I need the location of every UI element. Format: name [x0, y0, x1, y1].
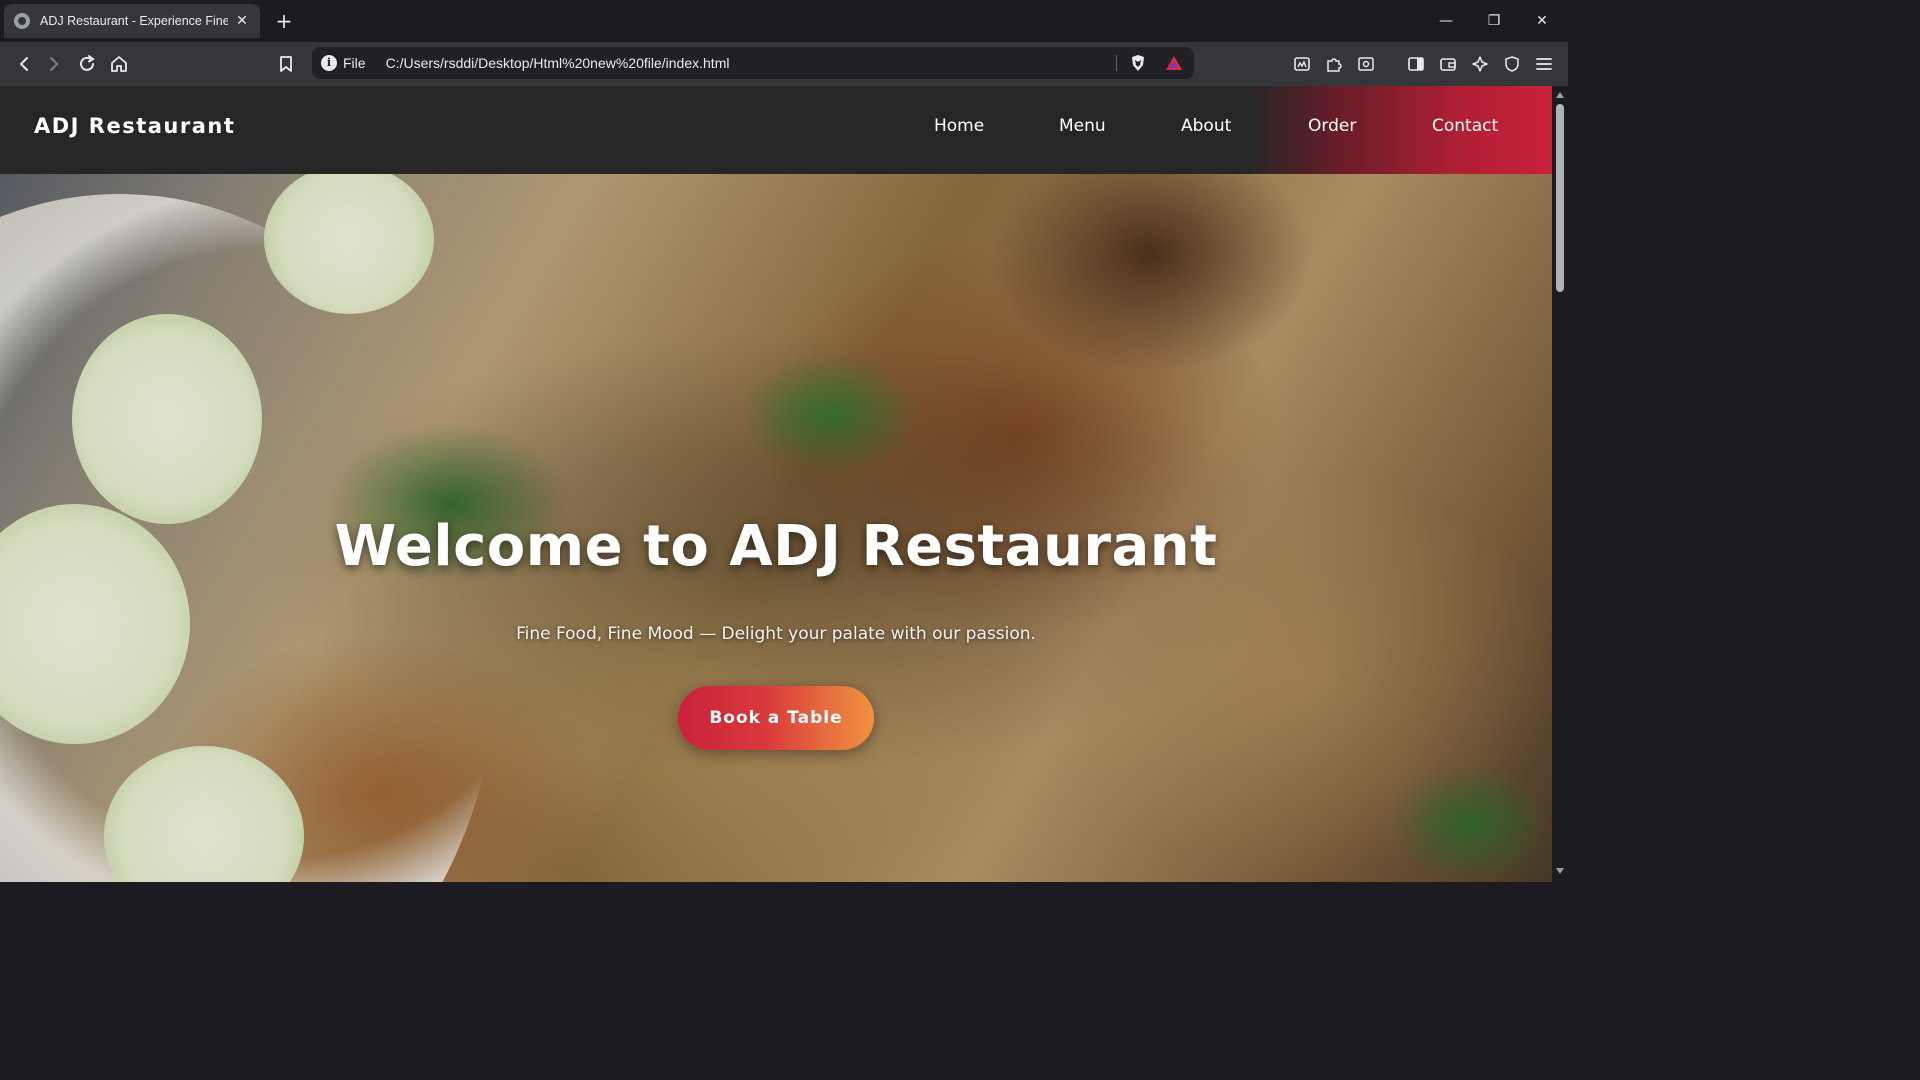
hero-title: Welcome to ADJ Restaurant: [334, 514, 1218, 579]
page-viewport: ADJ Restaurant Home Menu About Order Con…: [0, 86, 1552, 882]
restore-button[interactable]: ❐: [1480, 8, 1508, 34]
url-scheme-label: File: [343, 55, 366, 71]
puzzle-icon[interactable]: [1322, 52, 1346, 76]
scroll-up-arrow-icon[interactable]: [1556, 92, 1564, 98]
extension-icon[interactable]: [1290, 52, 1314, 76]
leo-ai-icon[interactable]: [1468, 52, 1492, 76]
nav-link-home[interactable]: Home: [934, 116, 984, 136]
page-scrollbar[interactable]: [1552, 86, 1568, 882]
browser-tab[interactable]: ADJ Restaurant - Experience Fine ✕: [4, 4, 260, 38]
wallet-icon[interactable]: [1436, 52, 1460, 76]
globe-icon: [14, 13, 30, 29]
close-window-button[interactable]: ✕: [1528, 8, 1556, 34]
nav-link-contact[interactable]: Contact: [1432, 116, 1498, 136]
brave-shields-icon[interactable]: [1128, 53, 1148, 77]
nav-link-about[interactable]: About: [1181, 116, 1231, 136]
address-bar[interactable]: i File C:/Users/rsddi/Desktop/Html%20new…: [312, 47, 1194, 79]
bookmark-icon[interactable]: [274, 52, 298, 76]
forward-icon[interactable]: [42, 52, 66, 76]
tab-close-icon[interactable]: ✕: [234, 13, 250, 29]
hero-section: Welcome to ADJ Restaurant Fine Food, Fin…: [0, 174, 1552, 882]
nav-link-menu[interactable]: Menu: [1059, 116, 1106, 136]
site-navbar: ADJ Restaurant Home Menu About Order Con…: [0, 86, 1552, 174]
tab-title: ADJ Restaurant - Experience Fine: [40, 14, 228, 28]
menu-icon[interactable]: [1532, 52, 1556, 76]
scroll-thumb[interactable]: [1556, 104, 1564, 292]
screenshot-icon[interactable]: [1354, 52, 1378, 76]
nav-link-order[interactable]: Order: [1308, 116, 1356, 136]
brave-rewards-icon[interactable]: [1164, 53, 1184, 77]
browser-tabstrip: ADJ Restaurant - Experience Fine ✕ + — ❐…: [0, 0, 1568, 42]
nav-accent-gradient: [1250, 86, 1552, 174]
sidebar-icon[interactable]: [1404, 52, 1428, 76]
info-icon[interactable]: i: [321, 55, 337, 71]
url-text[interactable]: C:/Users/rsddi/Desktop/Html%20new%20file…: [386, 55, 730, 71]
home-icon[interactable]: [107, 52, 131, 76]
back-icon[interactable]: [12, 52, 36, 76]
site-logo[interactable]: ADJ Restaurant: [34, 114, 235, 138]
book-table-button[interactable]: Book a Table: [678, 686, 874, 750]
scroll-down-arrow-icon[interactable]: [1556, 868, 1564, 874]
reload-icon[interactable]: [75, 52, 99, 76]
new-tab-button[interactable]: +: [272, 9, 296, 33]
vpn-icon[interactable]: [1500, 52, 1524, 76]
address-bar-divider: [1116, 55, 1117, 71]
minimize-button[interactable]: —: [1432, 8, 1460, 34]
hero-subtitle: Fine Food, Fine Mood — Delight your pala…: [516, 624, 1036, 644]
